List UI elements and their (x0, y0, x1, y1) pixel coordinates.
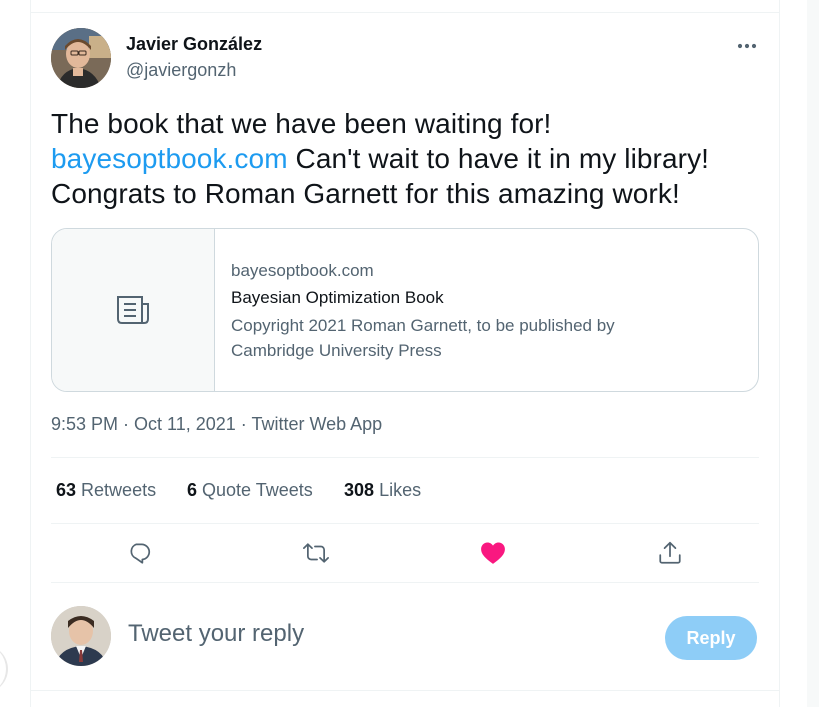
tweet-date[interactable]: Oct 11, 2021 (134, 414, 236, 434)
retweets-stat[interactable]: 63 Retweets (56, 480, 156, 501)
quote-tweets-stat[interactable]: 6 Quote Tweets (187, 480, 313, 501)
reply-composer: Reply (51, 606, 759, 676)
quote-tweets-count: 6 (187, 480, 198, 500)
author-avatar[interactable] (51, 28, 111, 88)
more-dots-icon (737, 43, 757, 49)
tweet-timestamp: 9:53 PM · Oct 11, 2021 · Twitter Web App (51, 414, 382, 435)
author-handle[interactable]: @javiergonzh (126, 60, 236, 81)
link-preview-card[interactable]: bayesoptbook.com Bayesian Optimization B… (51, 228, 759, 392)
divider (51, 582, 759, 583)
likes-count: 308 (344, 480, 375, 500)
reply-submit-button[interactable]: Reply (665, 616, 757, 660)
like-icon (481, 542, 505, 564)
scrollbar-track[interactable] (807, 0, 819, 707)
divider (31, 690, 779, 691)
reply-button[interactable] (121, 535, 157, 571)
current-user-avatar[interactable] (51, 606, 111, 666)
share-icon (659, 541, 681, 564)
previous-tweet-edge (31, 0, 779, 13)
article-icon (117, 296, 149, 324)
tweet-time[interactable]: 9:53 PM (51, 414, 118, 434)
edge-decoration (0, 645, 8, 693)
retweet-icon (303, 543, 329, 563)
retweet-button[interactable] (298, 535, 334, 571)
card-title: Bayesian Optimization Book (231, 288, 444, 307)
likes-stat[interactable]: 308 Likes (344, 480, 421, 501)
current-user-avatar-image (51, 606, 111, 666)
reply-input[interactable] (128, 620, 648, 648)
meta-separator: · (235, 414, 252, 434)
retweets-label: Retweets (81, 480, 157, 500)
like-button[interactable] (475, 535, 511, 571)
tweet-text-fragment: Can't wait to have it in my library! (287, 143, 710, 174)
author-avatar-image (51, 28, 111, 88)
retweets-count: 63 (56, 480, 77, 500)
more-options-button[interactable] (735, 34, 759, 58)
card-thumbnail (52, 229, 215, 391)
share-button[interactable] (652, 535, 688, 571)
meta-separator: · (118, 414, 135, 434)
quote-tweets-label: Quote Tweets (202, 480, 313, 500)
tweet-text-line: bayesoptbook.com Can't wait to have it i… (51, 141, 759, 176)
timeline-column: Javier González @javiergonzh The book th… (30, 0, 780, 707)
card-domain: bayesoptbook.com (231, 261, 374, 280)
author-name[interactable]: Javier González (126, 34, 262, 55)
likes-label: Likes (379, 480, 422, 500)
tweet-text-line: The book that we have been waiting for! (51, 108, 552, 139)
card-body: bayesoptbook.com Bayesian Optimization B… (231, 259, 742, 363)
tweet-text-line: Congrats to Roman Garnett for this amazi… (51, 178, 680, 209)
tweet-source[interactable]: Twitter Web App (251, 414, 382, 434)
tweet-actions (51, 524, 759, 582)
reply-icon (130, 543, 151, 564)
card-description: Copyright 2021 Roman Garnett, to be publ… (231, 316, 615, 360)
tweet-link[interactable]: bayesoptbook.com (51, 143, 288, 174)
tweet-stats: 63 Retweets 6 Quote Tweets 308 Likes (51, 458, 759, 524)
tweet-text: The book that we have been waiting for! … (51, 106, 759, 211)
